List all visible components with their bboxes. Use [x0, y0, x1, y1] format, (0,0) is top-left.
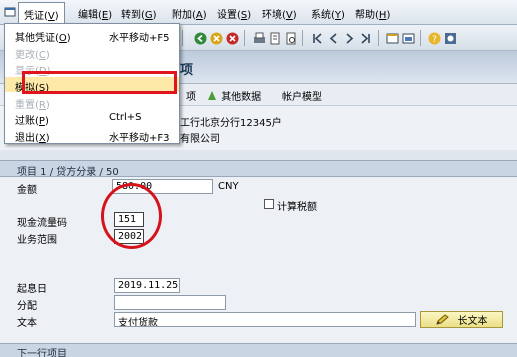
menu-item-exit[interactable]: 退出(X) 水平移动+F3: [5, 127, 179, 144]
menu-environment-key: V: [285, 10, 293, 21]
menu-goto[interactable]: 转到(G): [121, 6, 157, 21]
next-page-icon[interactable]: [342, 31, 356, 45]
svg-text:?: ?: [432, 35, 437, 45]
value-date-field[interactable]: 2019.11.25: [114, 278, 180, 293]
page-title: 项: [180, 63, 194, 78]
menu-environment-tail: ): [292, 10, 297, 21]
menu-voucher-label: 凭证(: [24, 11, 48, 22]
business-area-label: 业务范围: [17, 235, 57, 246]
toolbar-separator: [244, 30, 245, 46]
value-date-label: 起息日: [17, 284, 47, 295]
menu-item-other-voucher[interactable]: 其他凭证(O) 水平移动+F5: [5, 27, 179, 44]
text-label: 文本: [17, 318, 37, 329]
item-form: 金额 580.00 CNY 计算税额 现金流量码 151 业务范围 2002 起…: [0, 177, 517, 343]
next-item-group-title: 下一行项目: [0, 343, 517, 357]
exit-shortcut: 水平移动+F3: [109, 133, 170, 144]
menu-goto-key: G: [144, 10, 153, 21]
exit-label: 退出(: [15, 133, 39, 144]
menu-system-label: 系统(: [311, 10, 335, 21]
menu-extras[interactable]: 附加(A): [172, 6, 207, 21]
menu-edit-tail: ): [108, 10, 113, 21]
other-data-label: 其他数据: [221, 92, 262, 103]
menu-goto-label: 转到(: [121, 10, 145, 21]
other-data-button[interactable]: 其他数据: [207, 88, 261, 103]
other-voucher-tail: ): [66, 33, 71, 44]
exit-tail: ): [45, 133, 50, 144]
menu-voucher-key: V: [47, 11, 55, 22]
item-group-title: 项目 1 / 贷方分录 / 50: [0, 160, 517, 178]
other-data-icon: [208, 91, 216, 100]
menu-edit-label: 编辑(: [78, 10, 102, 21]
menu-item-reset[interactable]: 重置(R): [5, 94, 179, 111]
pencil-icon: [435, 314, 449, 325]
help-icon[interactable]: ?: [427, 31, 441, 45]
other-voucher-shortcut: 水平移动+F5: [109, 33, 170, 44]
menu-help-label: 帮助(: [355, 10, 379, 21]
long-text-label: 长文本: [457, 316, 488, 327]
toolbar-separator: [182, 30, 183, 46]
back-icon[interactable]: [193, 31, 207, 45]
print-icon[interactable]: [252, 31, 266, 45]
menu-voucher[interactable]: 凭证(V): [18, 2, 65, 23]
post-shortcut: Ctrl+S: [109, 112, 142, 123]
item-button[interactable]: 项: [186, 88, 196, 103]
shortcut-icon[interactable]: [401, 31, 415, 45]
menu-goto-tail: ): [152, 10, 157, 21]
currency-label: CNY: [218, 181, 239, 192]
menu-environment[interactable]: 环境(V): [262, 6, 297, 21]
calculate-tax-label: 计算税额: [277, 202, 317, 213]
cash-flow-code-label: 现金流量码: [17, 218, 67, 229]
menu-settings[interactable]: 设置(S): [217, 6, 251, 21]
cancel-icon[interactable]: [225, 31, 239, 45]
annotation-box-simulate: [22, 71, 177, 94]
new-session-icon[interactable]: [385, 31, 399, 45]
menu-system[interactable]: 系统(Y): [311, 6, 345, 21]
toolbar-separator: [378, 30, 379, 46]
menu-bar: 凭证(V) 编辑(E) 转到(G) 附加(A) 设置(S) 环境(V) 系统(Y…: [0, 0, 517, 25]
customize-layout-icon[interactable]: [443, 31, 457, 45]
annotation-ellipse-fields: [101, 183, 162, 249]
amount-label: 金额: [17, 185, 37, 196]
long-text-button[interactable]: 长文本: [420, 311, 503, 328]
exit-key: X: [38, 133, 46, 144]
first-page-icon[interactable]: [310, 31, 324, 45]
header-company: 有限公司: [180, 134, 220, 145]
find-next-icon[interactable]: [284, 31, 298, 45]
menu-voucher-tail: ): [54, 11, 59, 22]
menu-help-tail: ): [386, 10, 391, 21]
account-model-button[interactable]: 帐户模型: [282, 88, 322, 103]
last-page-icon[interactable]: [358, 31, 372, 45]
post-label: 过账(: [15, 116, 39, 127]
menu-edit[interactable]: 编辑(E): [78, 6, 112, 21]
assignment-label: 分配: [17, 301, 37, 312]
assignment-field[interactable]: [114, 295, 226, 310]
find-icon[interactable]: [268, 31, 282, 45]
other-voucher-label: 其他凭证(: [15, 33, 59, 44]
menu-extras-label: 附加(: [172, 10, 196, 21]
toolbar-separator: [302, 30, 303, 46]
menu-help[interactable]: 帮助(H): [355, 6, 390, 21]
toolbar-separator: [420, 30, 421, 46]
menu-settings-label: 设置(: [217, 10, 241, 21]
post-tail: ): [44, 116, 49, 127]
menu-extras-tail: ): [202, 10, 207, 21]
exit-icon[interactable]: [209, 31, 223, 45]
previous-page-icon[interactable]: [326, 31, 340, 45]
menu-item-post[interactable]: 过账(P) Ctrl+S: [5, 110, 179, 127]
menu-system-tail: ): [341, 10, 345, 21]
menu-extras-key: A: [195, 10, 203, 21]
text-field[interactable]: 支付货款: [114, 312, 416, 327]
menu-item-change[interactable]: 更改(C): [5, 44, 179, 61]
header-bank-account: 工行北京分行12345户: [180, 118, 282, 129]
calculate-tax-checkbox[interactable]: [264, 199, 274, 209]
menu-settings-tail: ): [247, 10, 252, 21]
other-voucher-key: O: [58, 33, 67, 44]
sap-window-icon[interactable]: [4, 6, 16, 18]
menu-environment-label: 环境(: [262, 10, 286, 21]
